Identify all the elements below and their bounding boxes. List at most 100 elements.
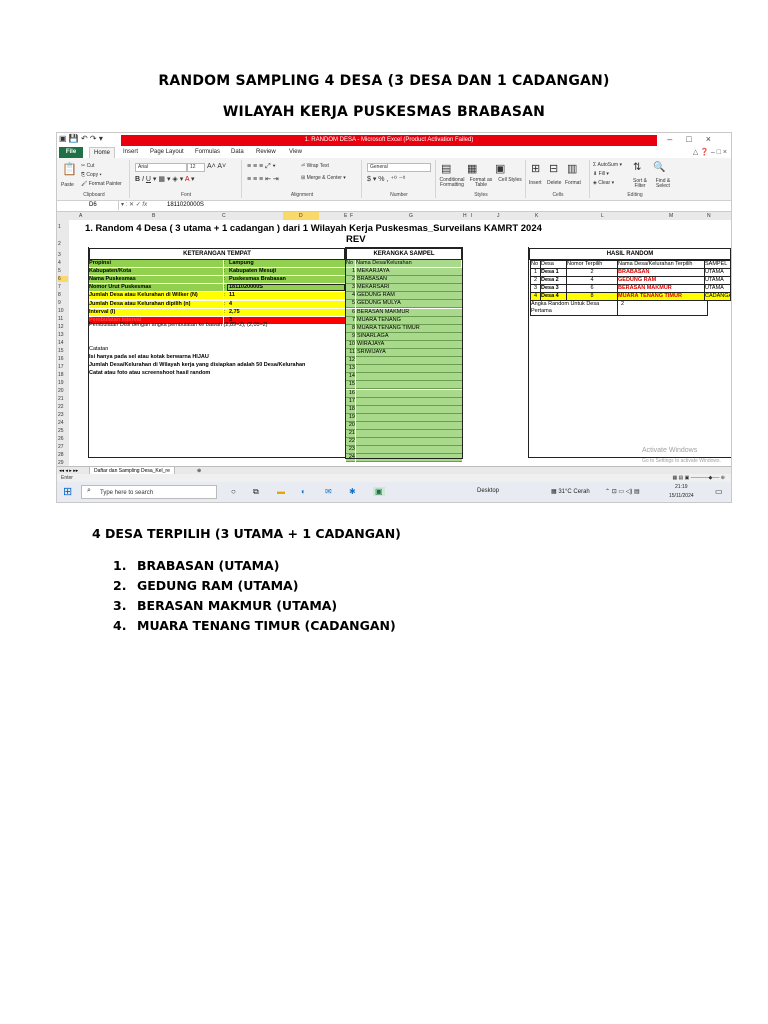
cell-styles-button[interactable]: Cell Styles (497, 178, 523, 183)
format-button[interactable]: Format (565, 180, 581, 186)
insert-button[interactable]: Insert (529, 180, 542, 186)
file-explorer-icon[interactable]: ▬ (277, 487, 285, 496)
zoom-controls[interactable]: ▦ ▤ ▣ ─────◆── ⊕ (672, 474, 725, 482)
mail-icon[interactable]: ✉ (325, 487, 332, 496)
tab-page-layout[interactable]: Page Layout (150, 147, 184, 158)
tab-formulas[interactable]: Formulas (195, 147, 220, 158)
font-size-select[interactable]: 12 (187, 163, 205, 172)
tab-home[interactable]: Home (89, 147, 116, 158)
row-header[interactable]: 12 (58, 324, 64, 330)
row-header[interactable]: 27 (58, 444, 64, 450)
merge-center-button[interactable]: ⊞ Merge & Center ▾ (301, 175, 346, 181)
name-box[interactable]: D6 (59, 201, 119, 210)
cortana-icon[interactable]: ○ (231, 487, 236, 496)
col-header-selected[interactable]: D (283, 212, 319, 220)
sort-filter-button[interactable]: Sort & Filter (629, 179, 651, 189)
fx-icons[interactable]: ▾ : ✕ ✓ fx (121, 201, 147, 210)
cut-button[interactable]: ✂ Cut (81, 163, 94, 169)
clock-date[interactable]: 15/11/2024 (669, 493, 694, 499)
format-cells-icon[interactable]: ▥ (567, 162, 577, 175)
row-header[interactable]: 8 (58, 292, 61, 298)
excel-taskbar-icon[interactable]: ▣ (373, 487, 385, 496)
insert-cells-icon[interactable]: ⊞ (531, 162, 540, 175)
conditional-formatting-icon[interactable]: ▤ (441, 162, 451, 175)
row-header[interactable]: 23 (58, 412, 64, 418)
row-header[interactable]: 17 (58, 364, 64, 370)
clock-time[interactable]: 21:19 (675, 484, 688, 490)
window-controls[interactable]: –□× (667, 134, 725, 144)
find-select-icon[interactable]: 🔍 (653, 162, 665, 173)
autosum-button[interactable]: Σ AutoSum ▾ (593, 162, 622, 168)
desktop-toolbar[interactable]: Desktop (477, 488, 499, 494)
col-header[interactable]: H (463, 212, 467, 220)
delete-button[interactable]: Delete (547, 180, 561, 186)
col-header[interactable]: E (344, 212, 347, 220)
row-header[interactable]: 10 (58, 308, 64, 314)
format-table-icon[interactable]: ▦ (467, 162, 477, 175)
row-header[interactable]: 22 (58, 404, 64, 410)
col-header[interactable]: F (350, 212, 353, 220)
row-header[interactable]: 18 (58, 372, 64, 378)
number-format-select[interactable]: General (367, 163, 431, 172)
tab-file[interactable]: File (59, 147, 83, 158)
tray-icons[interactable]: ⌃ ⊡ ▭ ◁) ▤ (605, 488, 640, 495)
font-grow-icon[interactable]: A˄ A˅ (207, 163, 226, 170)
tab-view[interactable]: View (289, 147, 302, 158)
task-view-icon[interactable]: ⧉ (253, 487, 259, 497)
row-header[interactable]: 14 (58, 340, 64, 346)
format-painter-button[interactable]: 🖌 Format Painter (81, 181, 122, 187)
number-format-icons[interactable]: $ ▾ % , ⁺⁰ ⁻⁰ (367, 175, 405, 183)
row-header[interactable]: 21 (58, 396, 64, 402)
row-header[interactable]: 9 (58, 300, 61, 306)
col-header[interactable]: L (601, 212, 604, 220)
taskbar-search-input[interactable]: Type here to search (81, 485, 217, 499)
weather-widget[interactable]: ▦ 31°C Cerah (551, 488, 590, 495)
wrap-text-button[interactable]: ⏎ Wrap Text (301, 163, 329, 169)
col-header[interactable]: M (669, 212, 673, 220)
windows-start-icon[interactable]: ⊞ (63, 485, 72, 498)
formula-input[interactable]: 1811020000S (167, 201, 204, 210)
conditional-formatting-button[interactable]: Conditional Formatting (437, 178, 467, 188)
col-header[interactable]: A (79, 212, 82, 220)
col-header[interactable]: I (471, 212, 472, 220)
row-header[interactable]: 1 (58, 224, 61, 230)
row-header[interactable]: 7 (58, 284, 61, 290)
quick-access-toolbar[interactable]: ▣ 💾 ↶ ↷ ▾ (59, 134, 103, 143)
row-header[interactable]: 15 (58, 348, 64, 354)
bold-italic-underline-icons[interactable]: B I U ▾ ▦ ▾ ◈ ▾ A ▾ (135, 175, 195, 183)
row-header[interactable]: 4 (58, 260, 61, 266)
edge-icon[interactable]: ◐ (301, 487, 306, 496)
col-header[interactable]: B (152, 212, 155, 220)
tab-data[interactable]: Data (231, 147, 244, 158)
paste-button[interactable]: Paste (61, 182, 74, 188)
row-header[interactable]: 6 (58, 276, 68, 282)
cell-styles-icon[interactable]: ▣ (495, 162, 505, 175)
col-header[interactable]: J (497, 212, 500, 220)
row-header[interactable]: 19 (58, 380, 64, 386)
bluetooth-icon[interactable]: ✱ (349, 487, 356, 496)
row-header[interactable]: 11 (58, 316, 63, 322)
tab-insert[interactable]: Insert (123, 147, 138, 158)
font-name-select[interactable]: Arial (135, 163, 187, 172)
row-header[interactable]: 28 (58, 452, 64, 458)
fill-button[interactable]: ⬇ Fill ▾ (593, 171, 609, 177)
col-header[interactable]: K (535, 212, 538, 220)
copy-button[interactable]: ⎘ Copy ▾ (81, 172, 102, 178)
col-header[interactable]: C (222, 212, 226, 220)
help-icons[interactable]: △ ❓ – □ × (693, 147, 727, 158)
col-header[interactable]: N (707, 212, 711, 220)
row-header[interactable]: 5 (58, 268, 61, 274)
align-top-icons[interactable]: ≡ ≡ ≡ ⤢ ▾ (247, 163, 276, 171)
align-horizontal-icons[interactable]: ≡ ≡ ≡ ⇤ ⇥ (247, 175, 279, 183)
row-header[interactable]: 2 (58, 241, 61, 247)
row-header[interactable]: 16 (58, 356, 64, 362)
row-header[interactable]: 3 (58, 252, 61, 258)
sort-filter-icon[interactable]: ⇅ (633, 162, 641, 173)
format-as-table-button[interactable]: Format as Table (467, 178, 495, 188)
clear-button[interactable]: ◈ Clear ▾ (593, 180, 614, 186)
row-header[interactable]: 24 (58, 420, 64, 426)
notification-icon[interactable]: ▭ (715, 487, 723, 496)
worksheet[interactable]: 1. Random 4 Desa ( 3 utama + 1 cadangan … (69, 220, 731, 466)
row-header[interactable]: 26 (58, 436, 64, 442)
row-header[interactable]: 20 (58, 388, 64, 394)
